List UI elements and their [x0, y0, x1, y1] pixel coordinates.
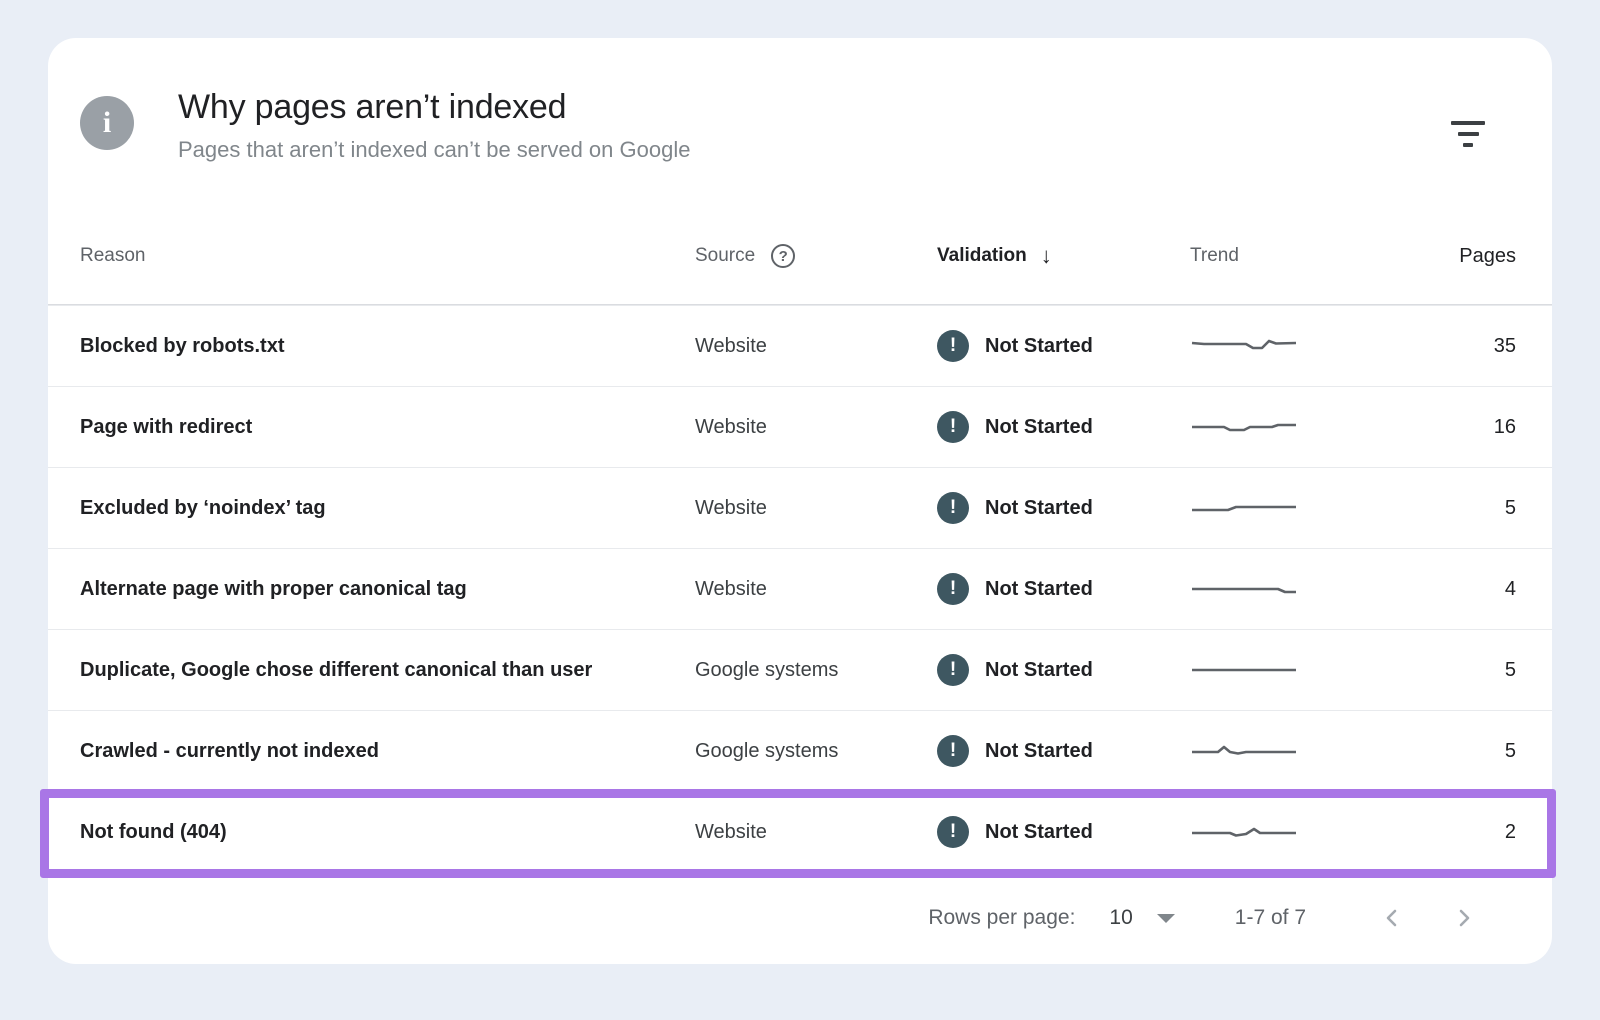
- validation-header-label: Validation: [937, 245, 1027, 267]
- pages-count: 5: [1350, 740, 1516, 763]
- pages-count: 35: [1350, 335, 1516, 358]
- validation-cell: ! Not Started: [937, 816, 1190, 848]
- table-header-row: Reason Source ? Validation ↓ Trend Pages: [48, 208, 1552, 305]
- source-cell: Google systems: [695, 740, 937, 763]
- validation-status: Not Started: [985, 497, 1093, 520]
- reason-cell: Blocked by robots.txt: [80, 335, 695, 358]
- source-cell: Website: [695, 578, 937, 601]
- dropdown-caret-icon: [1157, 914, 1175, 923]
- trend-sparkline: [1190, 498, 1298, 518]
- table-row[interactable]: Page with redirect Website ! Not Started…: [48, 386, 1552, 467]
- table-row[interactable]: Excluded by ‘noindex’ tag Website ! Not …: [48, 467, 1552, 548]
- validation-status: Not Started: [985, 578, 1093, 601]
- trend-sparkline: [1190, 417, 1298, 437]
- info-icon: i: [80, 96, 134, 150]
- next-page-button[interactable]: [1442, 896, 1486, 940]
- validation-cell: ! Not Started: [937, 654, 1190, 686]
- trend-sparkline: [1190, 660, 1298, 680]
- page-subtitle: Pages that aren’t indexed can’t be serve…: [178, 137, 690, 163]
- source-cell: Website: [695, 416, 937, 439]
- trend-sparkline: [1190, 579, 1298, 599]
- table-row[interactable]: Blocked by robots.txt Website ! Not Star…: [48, 305, 1552, 386]
- validation-status: Not Started: [985, 335, 1093, 358]
- reason-cell: Alternate page with proper canonical tag: [80, 578, 695, 601]
- validation-cell: ! Not Started: [937, 411, 1190, 443]
- rows-per-page-value: 10: [1109, 906, 1132, 930]
- not-started-exclamation-icon: !: [937, 654, 969, 686]
- table-row[interactable]: Alternate page with proper canonical tag…: [48, 548, 1552, 629]
- title-block: Why pages aren’t indexed Pages that aren…: [178, 88, 690, 163]
- rows-per-page-label: Rows per page:: [928, 906, 1075, 930]
- sort-descending-icon: ↓: [1041, 243, 1052, 269]
- validation-cell: ! Not Started: [937, 735, 1190, 767]
- validation-status: Not Started: [985, 821, 1093, 844]
- previous-page-button[interactable]: [1370, 896, 1414, 940]
- trend-sparkline: [1190, 336, 1298, 356]
- validation-status: Not Started: [985, 416, 1093, 439]
- reason-cell: Excluded by ‘noindex’ tag: [80, 497, 695, 520]
- not-started-exclamation-icon: !: [937, 735, 969, 767]
- chevron-left-icon: [1380, 906, 1404, 930]
- reason-cell: Not found (404): [80, 821, 695, 844]
- validation-status: Not Started: [985, 740, 1093, 763]
- table-row-highlighted[interactable]: Not found (404) Website ! Not Started 2: [48, 791, 1552, 872]
- source-cell: Website: [695, 497, 937, 520]
- reason-cell: Crawled - currently not indexed: [80, 740, 695, 763]
- not-started-exclamation-icon: !: [937, 492, 969, 524]
- table-row[interactable]: Duplicate, Google chose different canoni…: [48, 629, 1552, 710]
- reason-cell: Page with redirect: [80, 416, 695, 439]
- table-row[interactable]: Crawled - currently not indexed Google s…: [48, 710, 1552, 791]
- validation-cell: ! Not Started: [937, 330, 1190, 362]
- not-started-exclamation-icon: !: [937, 330, 969, 362]
- pages-count: 5: [1350, 659, 1516, 682]
- not-started-exclamation-icon: !: [937, 411, 969, 443]
- pages-count: 2: [1350, 821, 1516, 844]
- trend-sparkline: [1190, 822, 1298, 842]
- validation-status: Not Started: [985, 659, 1093, 682]
- card-header: i Why pages aren’t indexed Pages that ar…: [48, 38, 1552, 208]
- source-cell: Website: [695, 821, 937, 844]
- validation-cell: ! Not Started: [937, 573, 1190, 605]
- column-header-pages[interactable]: Pages: [1350, 245, 1516, 268]
- source-cell: Google systems: [695, 659, 937, 682]
- source-cell: Website: [695, 335, 937, 358]
- pages-count: 16: [1350, 416, 1516, 439]
- column-header-reason[interactable]: Reason: [80, 245, 695, 267]
- filter-list-icon[interactable]: [1446, 114, 1490, 154]
- why-pages-arent-indexed-card: i Why pages aren’t indexed Pages that ar…: [48, 38, 1552, 964]
- not-started-exclamation-icon: !: [937, 573, 969, 605]
- column-header-trend: Trend: [1190, 245, 1350, 267]
- help-icon[interactable]: ?: [771, 244, 795, 268]
- column-header-validation[interactable]: Validation ↓: [937, 243, 1190, 269]
- pagination-range-label: 1-7 of 7: [1235, 906, 1306, 930]
- table-footer: Rows per page: 10 1-7 of 7: [48, 872, 1552, 964]
- rows-per-page-select[interactable]: 10: [1109, 906, 1174, 930]
- chevron-right-icon: [1452, 906, 1476, 930]
- pages-count: 4: [1350, 578, 1516, 601]
- reason-cell: Duplicate, Google chose different canoni…: [80, 659, 695, 682]
- validation-cell: ! Not Started: [937, 492, 1190, 524]
- pages-count: 5: [1350, 497, 1516, 520]
- page-title: Why pages aren’t indexed: [178, 88, 690, 127]
- trend-sparkline: [1190, 741, 1298, 761]
- not-started-exclamation-icon: !: [937, 816, 969, 848]
- source-header-label: Source: [695, 245, 755, 267]
- column-header-source[interactable]: Source ?: [695, 244, 937, 268]
